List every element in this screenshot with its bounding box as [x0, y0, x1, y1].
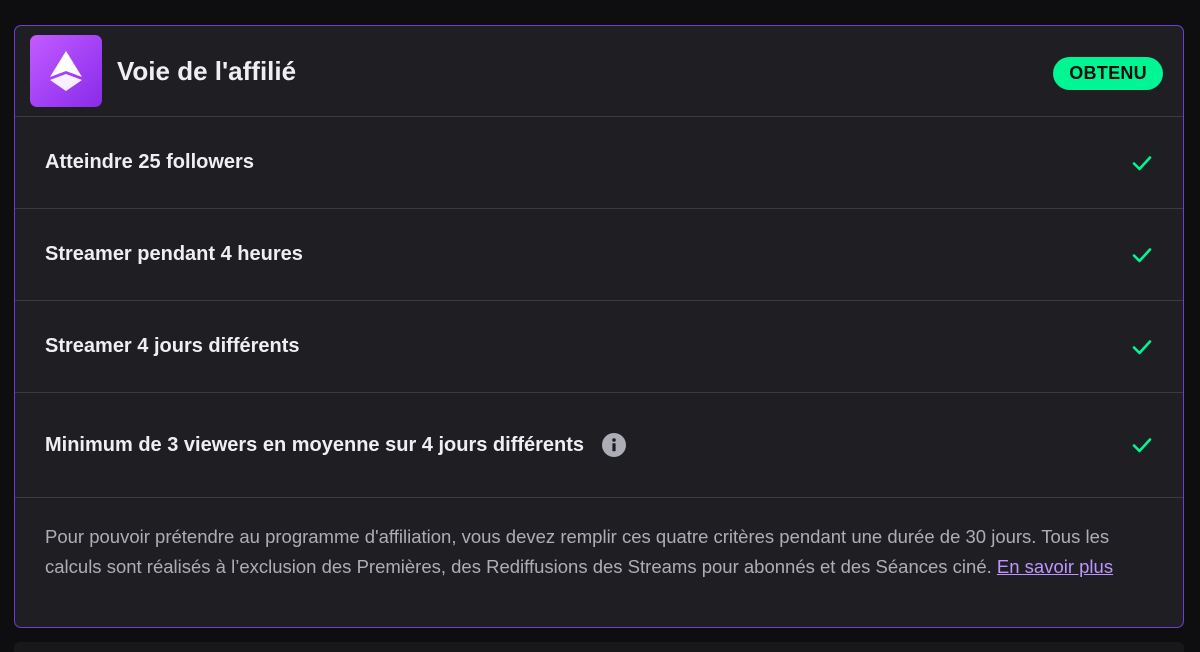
- affiliate-path-icon: [30, 35, 102, 107]
- criterion-row: Atteindre 25 followers: [15, 117, 1183, 209]
- status-badge: OBTENU: [1053, 57, 1163, 90]
- check-icon: [1132, 438, 1152, 453]
- criterion-row: Streamer 4 jours différents: [15, 301, 1183, 393]
- card-header: Voie de l'affilié OBTENU: [15, 26, 1183, 117]
- check-icon: [1132, 155, 1152, 170]
- criterion-row: Minimum de 3 viewers en moyenne sur 4 jo…: [15, 393, 1183, 498]
- criteria-note: Pour pouvoir prétendre au programme d'af…: [15, 498, 1183, 581]
- info-icon[interactable]: [602, 433, 627, 457]
- check-icon: [1132, 339, 1152, 354]
- criteria-note-text: Pour pouvoir prétendre au programme d'af…: [45, 526, 1110, 577]
- criterion-row: Streamer pendant 4 heures: [15, 209, 1183, 301]
- check-icon: [1132, 247, 1152, 262]
- card-title: Voie de l'affilié: [117, 56, 297, 86]
- criterion-label: Atteindre 25 followers: [45, 151, 254, 173]
- affiliate-path-card: Voie de l'affilié OBTENU Atteindre 25 fo…: [14, 25, 1184, 628]
- criterion-label: Minimum de 3 viewers en moyenne sur 4 jo…: [45, 433, 585, 456]
- criterion-label: Streamer pendant 4 heures: [45, 243, 303, 265]
- next-card-edge: [14, 642, 1184, 652]
- criterion-label: Streamer 4 jours différents: [45, 335, 300, 357]
- learn-more-link[interactable]: En savoir plus: [997, 556, 1113, 577]
